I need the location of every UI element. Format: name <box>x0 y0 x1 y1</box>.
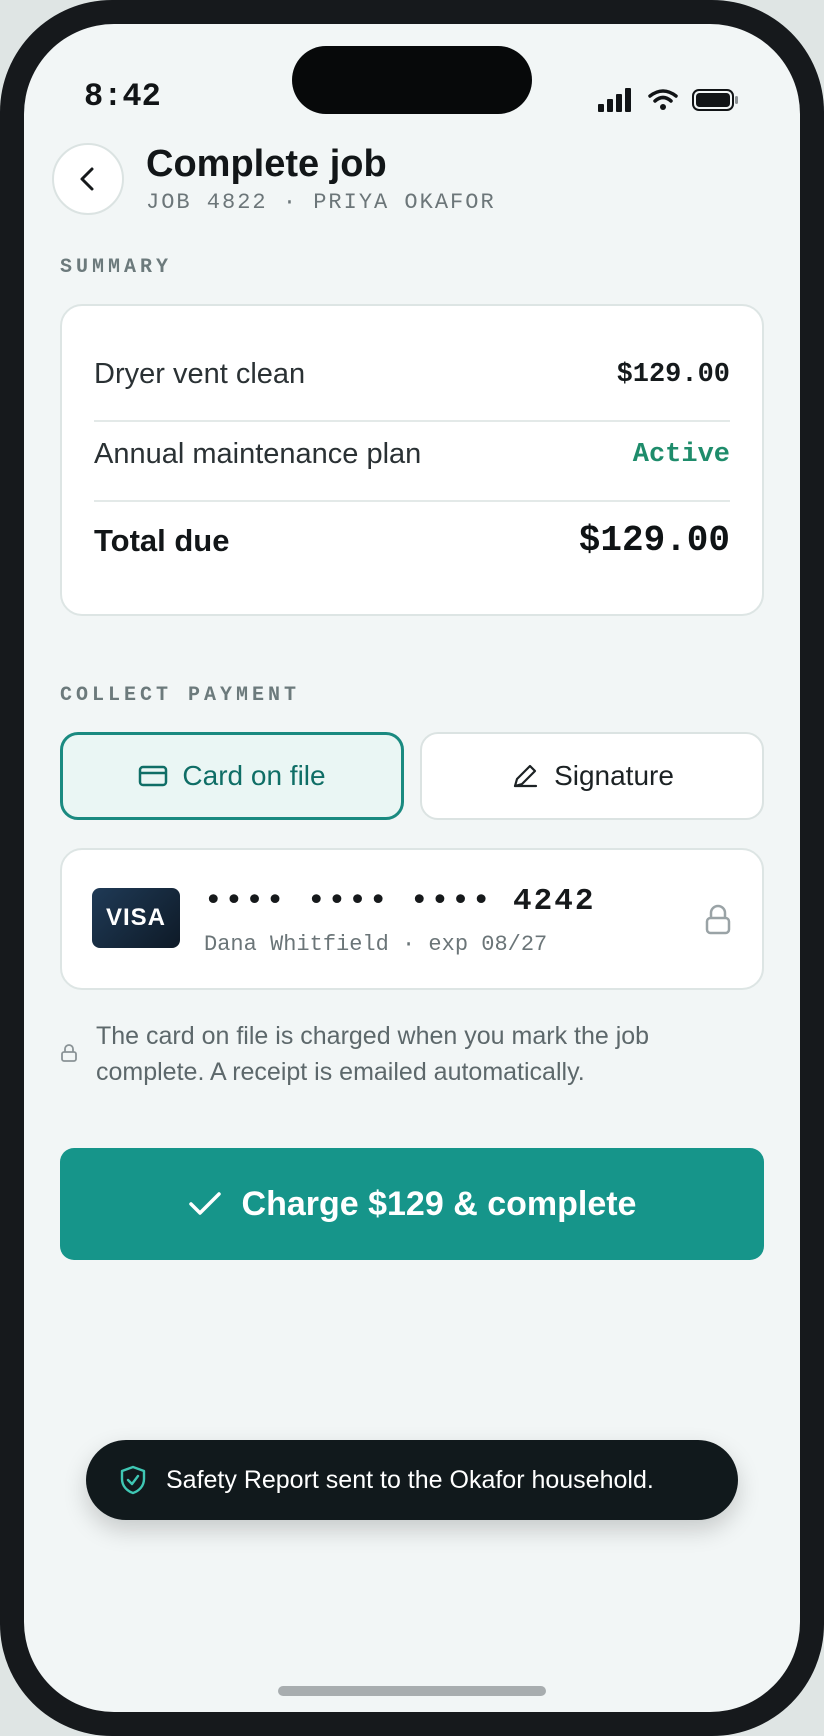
card-on-file-label: Card on file <box>182 760 326 791</box>
divider <box>94 420 730 422</box>
total-value: $129.00 <box>578 520 730 561</box>
toast-message: Safety Report sent to the Okafor househo… <box>166 1465 654 1494</box>
summary-row: Annual maintenance plan Active <box>94 438 730 471</box>
back-button[interactable] <box>52 142 124 215</box>
lock-icon <box>705 904 731 935</box>
plan-status-value: Active <box>632 439 730 470</box>
check-icon <box>188 1192 221 1215</box>
card-icon <box>139 765 168 787</box>
pen-icon <box>513 764 538 788</box>
battery-icon <box>692 89 738 111</box>
summary-row: Dryer vent clean $129.00 <box>94 358 730 391</box>
divider <box>94 500 730 502</box>
status-icons <box>598 88 740 112</box>
signature-option[interactable]: Signature <box>420 732 764 820</box>
signal-icon <box>598 88 631 112</box>
card-brand-logo: VISA <box>92 888 180 948</box>
back-chevron-icon <box>80 167 94 190</box>
dynamic-island <box>292 46 532 114</box>
total-row: Total due $129.00 <box>94 520 730 561</box>
wifi-icon <box>648 89 678 110</box>
charge-button-label: Charge $129 & complete <box>241 1184 637 1223</box>
charge-complete-button[interactable]: Charge $129 & complete <box>60 1148 764 1260</box>
summary-card: Dryer vent clean $129.00 Annual maintena… <box>60 304 764 616</box>
page-subtitle: JOB 4822 · PRIYA OKAFOR <box>146 190 496 215</box>
card-number: •••• •••• •••• 4242 <box>204 884 596 919</box>
notice-text: The card on file is charged when you mar… <box>96 1022 650 1086</box>
total-label: Total due <box>94 522 230 558</box>
header: Complete job JOB 4822 · PRIYA OKAFOR <box>52 142 772 215</box>
payment-notice: The card on file is charged when you mar… <box>60 1018 760 1090</box>
status-time: 8:42 <box>84 78 161 115</box>
phone-frame: 8:42 Complete job JOB 4822 · PRIYA OKAFO… <box>0 0 824 1736</box>
lock-icon <box>61 1044 77 1062</box>
payment-section-label: COLLECT PAYMENT <box>60 684 301 707</box>
summary-row-label: Annual maintenance plan <box>94 438 422 470</box>
summary-row-label: Dryer vent clean <box>94 358 306 390</box>
page-title: Complete job <box>146 143 387 185</box>
summary-section-label: SUMMARY <box>60 256 173 279</box>
home-indicator[interactable] <box>278 1686 546 1696</box>
signature-label: Signature <box>554 760 674 791</box>
card-on-file-option[interactable]: Card on file <box>60 732 404 820</box>
screen: 8:42 Complete job JOB 4822 · PRIYA OKAFO… <box>24 24 800 1712</box>
shield-check-icon <box>120 1465 146 1495</box>
header-titles: Complete job JOB 4822 · PRIYA OKAFOR <box>146 142 496 215</box>
saved-card[interactable]: VISA •••• •••• •••• 4242 Dana Whitfield … <box>60 848 764 990</box>
summary-row-value: $129.00 <box>616 359 730 390</box>
card-meta: Dana Whitfield · exp 08/27 <box>204 932 548 957</box>
toast: Safety Report sent to the Okafor househo… <box>86 1440 738 1520</box>
